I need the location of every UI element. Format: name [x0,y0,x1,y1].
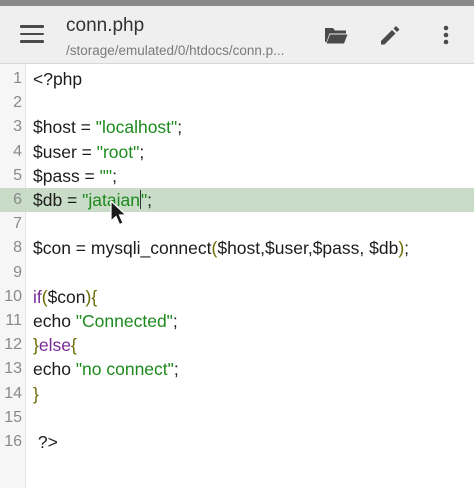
code-token: $con = mysqli_connect [33,238,212,259]
code-token: { [70,335,77,356]
code-line[interactable]: 6 $db = "jataian"; [0,188,474,212]
mouse-pointer-icon [110,200,128,226]
code-line[interactable]: 16 ?> [0,430,474,454]
file-path: /storage/emulated/0/htdocs/conn.p... [66,43,285,58]
code-token: <?php [33,69,83,89]
code-token: ; [147,190,153,210]
line-number: 13 [4,360,22,378]
code-token: $user = [33,141,97,162]
code-token: ; [404,238,410,259]
code-line[interactable]: 15 [0,406,474,430]
code-line[interactable]: 9 [0,261,474,285]
pencil-icon[interactable] [376,21,404,49]
line-number: 1 [13,70,22,87]
code-text: $con = mysqli_connect($host,$user,$pass,… [33,236,409,260]
line-number: 15 [4,408,22,426]
code-line[interactable]: 14} [0,382,474,406]
line-number: 5 [13,166,22,184]
line-number: 14 [4,384,22,402]
line-number: 9 [13,263,22,281]
line-number: 3 [13,118,22,136]
code-token: echo [33,359,76,380]
code-token: else [38,335,71,356]
code-line[interactable]: 13 echo "no connect"; [0,357,474,381]
line-number: 16 [4,433,22,450]
code-line[interactable]: 5 $pass = ""; [0,164,474,188]
line-number: 6 [13,191,22,208]
code-text: $db = "jataian"; [33,188,152,212]
code-text: }else{ [33,333,77,357]
code-line[interactable]: 3 $host = "localhost"; [0,115,474,139]
code-line[interactable]: 12 }else{ [0,333,474,357]
file-name: conn.php [66,15,145,36]
code-text: echo "Connected"; [33,309,178,333]
file-title-block: conn.php /storage/emulated/0/htdocs/conn… [66,14,306,60]
code-token: "" [99,165,113,186]
code-line[interactable]: 8 $con = mysqli_connect($host,$user,$pass… [0,236,474,260]
code-token: $host = [33,117,96,138]
app-toolbar: conn.php /storage/emulated/0/htdocs/conn… [0,6,474,64]
code-line[interactable]: 7 [0,212,474,236]
code-editor[interactable]: 1 <?php 2 3 $host = "localhost"; 4 $user = "ro… [0,64,474,488]
more-vertical-icon[interactable] [432,21,460,49]
code-text: if($con){ [33,285,97,309]
code-line[interactable]: 4 $user = "root"; [0,140,474,164]
code-token: ; [172,311,178,331]
line-number: 2 [13,94,22,112]
hamburger-menu-icon[interactable] [20,25,44,43]
code-text: $pass = ""; [33,164,117,188]
code-token: $db = [33,190,83,210]
line-number: 4 [13,142,22,160]
code-token: ; [112,165,117,186]
code-token: if [33,286,42,307]
code-line[interactable]: 11 echo "Connected"; [0,309,474,333]
code-token: "root" [96,141,140,162]
line-number: 7 [13,215,22,233]
code-token: $pass = [33,165,100,186]
code-text: echo "no connect"; [33,357,179,381]
text-caret [139,190,141,209]
code-token: "localhost" [95,117,178,138]
code-token: { [91,286,98,307]
code-token: ; [177,117,183,138]
folder-open-icon[interactable] [322,21,350,49]
code-text: ?> [33,430,58,454]
code-token: echo [33,311,76,331]
code-text: $user = "root"; [33,140,144,164]
code-text: } [33,382,39,406]
code-token: "no connect" [75,359,174,380]
code-token: ?> [33,432,58,452]
code-line[interactable]: 10 if($con){ [0,285,474,309]
code-token: ; [173,359,179,380]
line-number: 11 [5,312,22,329]
line-number: 10 [4,287,22,305]
code-token: $con [47,286,86,307]
code-text: $host = "localhost"; [33,115,182,139]
code-line[interactable]: 2 [0,91,474,115]
code-token: ; [139,141,145,162]
code-line[interactable]: 1 <?php [0,67,474,91]
code-token: "Connected" [75,311,173,331]
code-token: } [33,383,39,404]
line-number: 12 [4,336,22,354]
code-text: <?php [33,67,82,91]
code-token: $host,$user,$pass, $db [217,238,399,259]
line-number: 8 [13,239,22,257]
